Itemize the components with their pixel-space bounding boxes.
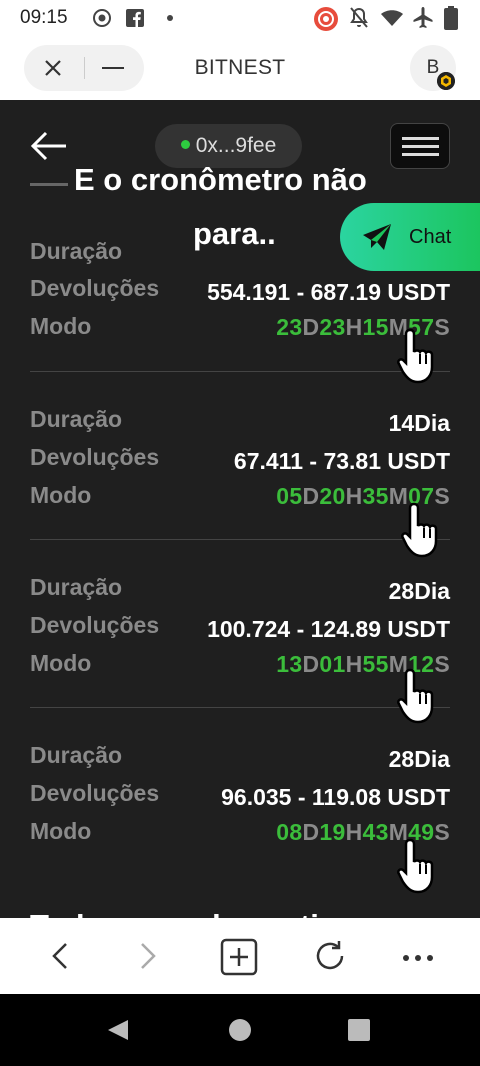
returns-value: 554.191 - 687.19 USDT [207, 279, 450, 305]
new-tab-icon[interactable] [220, 938, 258, 976]
mode-label: Modo [30, 650, 92, 676]
duration-value: 28Dia [388, 746, 450, 772]
chat-label: Chat [409, 226, 452, 248]
order-divider [30, 707, 450, 708]
mode-label: Modo [30, 313, 92, 339]
cast-icon [314, 7, 338, 31]
caption-line-2: para.. [193, 216, 276, 251]
returns-value: 96.035 - 119.08 USDT [221, 784, 450, 810]
web-content: 0x...9fee E o cronômetro não para.. Chat… [0, 100, 480, 918]
caption-line-1: E o cronômetro não [74, 162, 367, 197]
browser-back-icon[interactable] [48, 938, 72, 974]
wallet-address: 0x...9fee [195, 134, 277, 157]
screen-record-icon [93, 9, 111, 27]
system-navigation-bar [0, 994, 480, 1066]
duration-label: Duração [30, 742, 123, 768]
battery-icon [444, 6, 458, 30]
mode-label: Modo [30, 818, 92, 844]
facebook-icon [126, 9, 144, 27]
pointer-hand-icon [401, 502, 438, 558]
nav-back-icon[interactable] [106, 1018, 130, 1042]
pointer-hand-icon [397, 838, 434, 894]
notifications-off-icon [350, 7, 368, 28]
browser-top-bar: BITNEST B [0, 36, 480, 100]
airplane-icon [413, 7, 433, 28]
nav-recents-icon[interactable] [348, 1019, 370, 1041]
bitnest-badge-icon [437, 72, 455, 90]
status-time: 09:15 [20, 7, 68, 28]
duration-label: Duração [30, 574, 123, 600]
status-bar: 09:15 [0, 0, 480, 36]
browser-forward-icon[interactable] [136, 938, 160, 974]
nav-home-icon[interactable] [228, 1018, 252, 1042]
menu-bar [402, 137, 439, 140]
returns-label: Devoluções [30, 780, 160, 806]
next-section-title: Todas as ordens ativas [30, 908, 371, 918]
order-divider [30, 539, 450, 540]
order-divider [30, 371, 450, 372]
site-title: BITNEST [194, 56, 286, 79]
menu-bar [402, 153, 439, 156]
menu-button[interactable] [390, 123, 450, 169]
pointer-hand-icon [397, 668, 434, 724]
dot-icon [167, 15, 173, 21]
mode-label: Modo [30, 482, 92, 508]
chat-button[interactable]: Chat [340, 203, 480, 271]
more-options-icon[interactable] [400, 938, 436, 974]
hidden-heading-fragment [30, 183, 68, 186]
duration-label: Duração [30, 406, 123, 432]
browser-bottom-toolbar [0, 918, 480, 994]
returns-label: Devoluções [30, 612, 160, 638]
menu-bar [402, 145, 439, 148]
wifi-icon [381, 10, 403, 26]
back-arrow-icon[interactable] [30, 130, 68, 162]
returns-value: 100.724 - 124.89 USDT [207, 616, 450, 642]
returns-value: 67.411 - 73.81 USDT [233, 448, 450, 474]
duration-value: 28Dia [388, 578, 450, 604]
duration-label: Duração [30, 238, 123, 264]
send-icon [363, 224, 391, 250]
duration-value: 14Dia [388, 410, 450, 436]
returns-label: Devoluções [30, 444, 160, 470]
pointer-hand-icon [397, 328, 434, 384]
returns-label: Devoluções [30, 275, 160, 301]
connected-dot-icon [180, 139, 190, 149]
reload-icon[interactable] [312, 938, 348, 974]
